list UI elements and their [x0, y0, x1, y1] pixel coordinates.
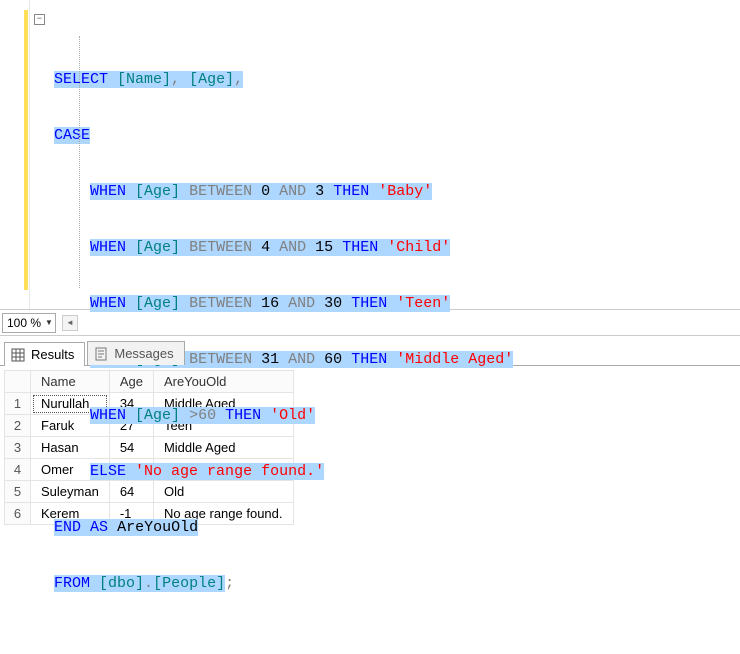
alias: AreYouOld [117, 519, 198, 536]
zoom-combo[interactable]: 100 % ▼ [2, 313, 56, 333]
kw-else: ELSE [90, 463, 126, 480]
zoom-value: 100 % [7, 316, 41, 330]
indent-guide [79, 36, 80, 288]
kw-as: AS [90, 519, 108, 536]
schema: [dbo] [99, 575, 144, 592]
row-number: 1 [5, 393, 31, 415]
tab-results-label: Results [31, 347, 74, 362]
tab-results[interactable]: Results [4, 342, 85, 366]
row-number: 4 [5, 459, 31, 481]
kw-case: CASE [54, 127, 90, 144]
row-number: 3 [5, 437, 31, 459]
col-age: [Age] [189, 71, 234, 88]
collapse-toggle[interactable]: − [34, 14, 45, 25]
tab-messages[interactable]: Messages [87, 341, 184, 365]
corner-cell [5, 371, 31, 393]
table: [People] [153, 575, 225, 592]
kw-end: END [54, 519, 81, 536]
col-name: [Name] [117, 71, 171, 88]
kw-from: FROM [54, 575, 90, 592]
code-area[interactable]: SELECT [Name], [Age], CASE WHEN [Age] BE… [30, 0, 740, 309]
editor-gutter [0, 0, 30, 309]
chevron-down-icon: ▼ [45, 318, 53, 327]
document-icon [94, 347, 108, 361]
change-marker [24, 10, 28, 290]
row-number: 6 [5, 503, 31, 525]
row-number: 5 [5, 481, 31, 503]
grid-icon [11, 348, 25, 362]
tab-messages-label: Messages [114, 346, 173, 361]
sql-editor[interactable]: − SELECT [Name], [Age], CASE WHEN [Age] … [0, 0, 740, 310]
kw-select: SELECT [54, 71, 108, 88]
row-number: 2 [5, 415, 31, 437]
